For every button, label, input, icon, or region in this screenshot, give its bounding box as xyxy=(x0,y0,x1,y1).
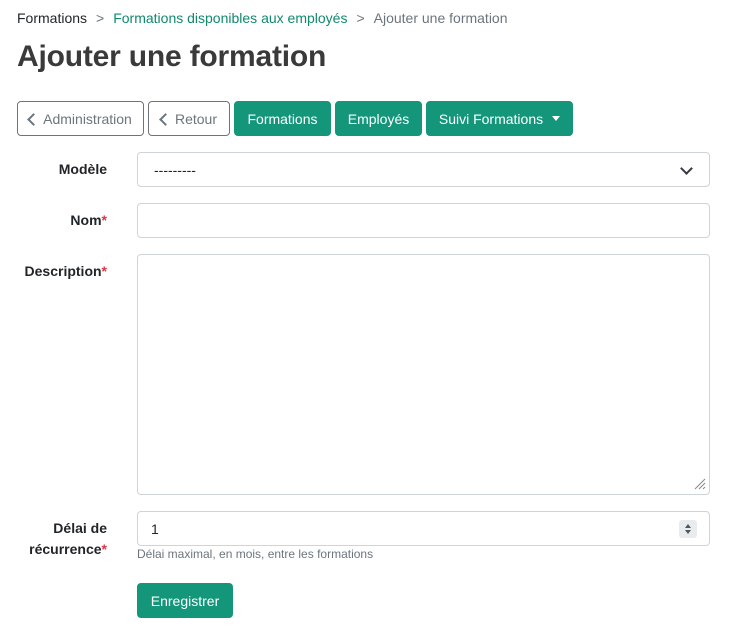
formations-button-label: Formations xyxy=(247,110,318,127)
delai-recurrence-label: Délai de récurrence* xyxy=(29,520,107,557)
enregistrer-button[interactable]: Enregistrer xyxy=(137,583,233,618)
modele-label: Modèle xyxy=(58,161,107,177)
breadcrumb-item-formations-disponibles[interactable]: Formations disponibles aux employés xyxy=(113,10,347,26)
modele-select-value: --------- xyxy=(154,161,196,178)
breadcrumb: Formations > Formations disponibles aux … xyxy=(17,10,508,26)
delai-recurrence-input[interactable]: 1 xyxy=(137,511,710,546)
nom-label: Nom* xyxy=(70,212,107,228)
chevron-left-icon xyxy=(159,112,172,126)
breadcrumb-separator: > xyxy=(96,10,105,26)
modele-select[interactable]: --------- xyxy=(137,152,710,187)
breadcrumb-separator: > xyxy=(356,10,365,26)
required-marker: * xyxy=(101,212,107,228)
enregistrer-button-label: Enregistrer xyxy=(150,592,220,609)
delai-help-text: Délai maximal, en mois, entre les format… xyxy=(137,547,374,561)
delai-recurrence-value: 1 xyxy=(151,520,159,537)
spin-up-icon[interactable] xyxy=(685,524,691,528)
employes-button[interactable]: Employés xyxy=(335,101,422,136)
suivi-formations-dropdown[interactable]: Suivi Formations xyxy=(426,101,573,136)
chevron-down-icon xyxy=(680,162,693,175)
required-marker: * xyxy=(101,541,107,557)
resize-handle-icon[interactable] xyxy=(694,478,706,490)
description-textarea[interactable] xyxy=(137,254,710,495)
formations-button[interactable]: Formations xyxy=(234,101,331,136)
administration-button[interactable]: Administration xyxy=(17,101,144,136)
description-label: Description* xyxy=(24,263,107,279)
suivi-formations-label: Suivi Formations xyxy=(438,110,544,127)
nom-input[interactable] xyxy=(137,203,710,238)
retour-button-label: Retour xyxy=(174,110,218,127)
administration-button-label: Administration xyxy=(43,110,132,127)
chevron-left-icon xyxy=(27,112,41,126)
employes-button-label: Employés xyxy=(347,110,410,127)
spin-down-icon[interactable] xyxy=(685,530,691,534)
retour-button[interactable]: Retour xyxy=(148,101,230,136)
breadcrumb-item-current: Ajouter une formation xyxy=(373,10,508,26)
caret-down-icon xyxy=(552,116,561,121)
breadcrumb-item-formations[interactable]: Formations xyxy=(17,10,87,26)
required-marker: * xyxy=(101,263,107,279)
page-title: Ajouter une formation xyxy=(17,40,327,73)
number-spinner[interactable] xyxy=(679,520,697,538)
